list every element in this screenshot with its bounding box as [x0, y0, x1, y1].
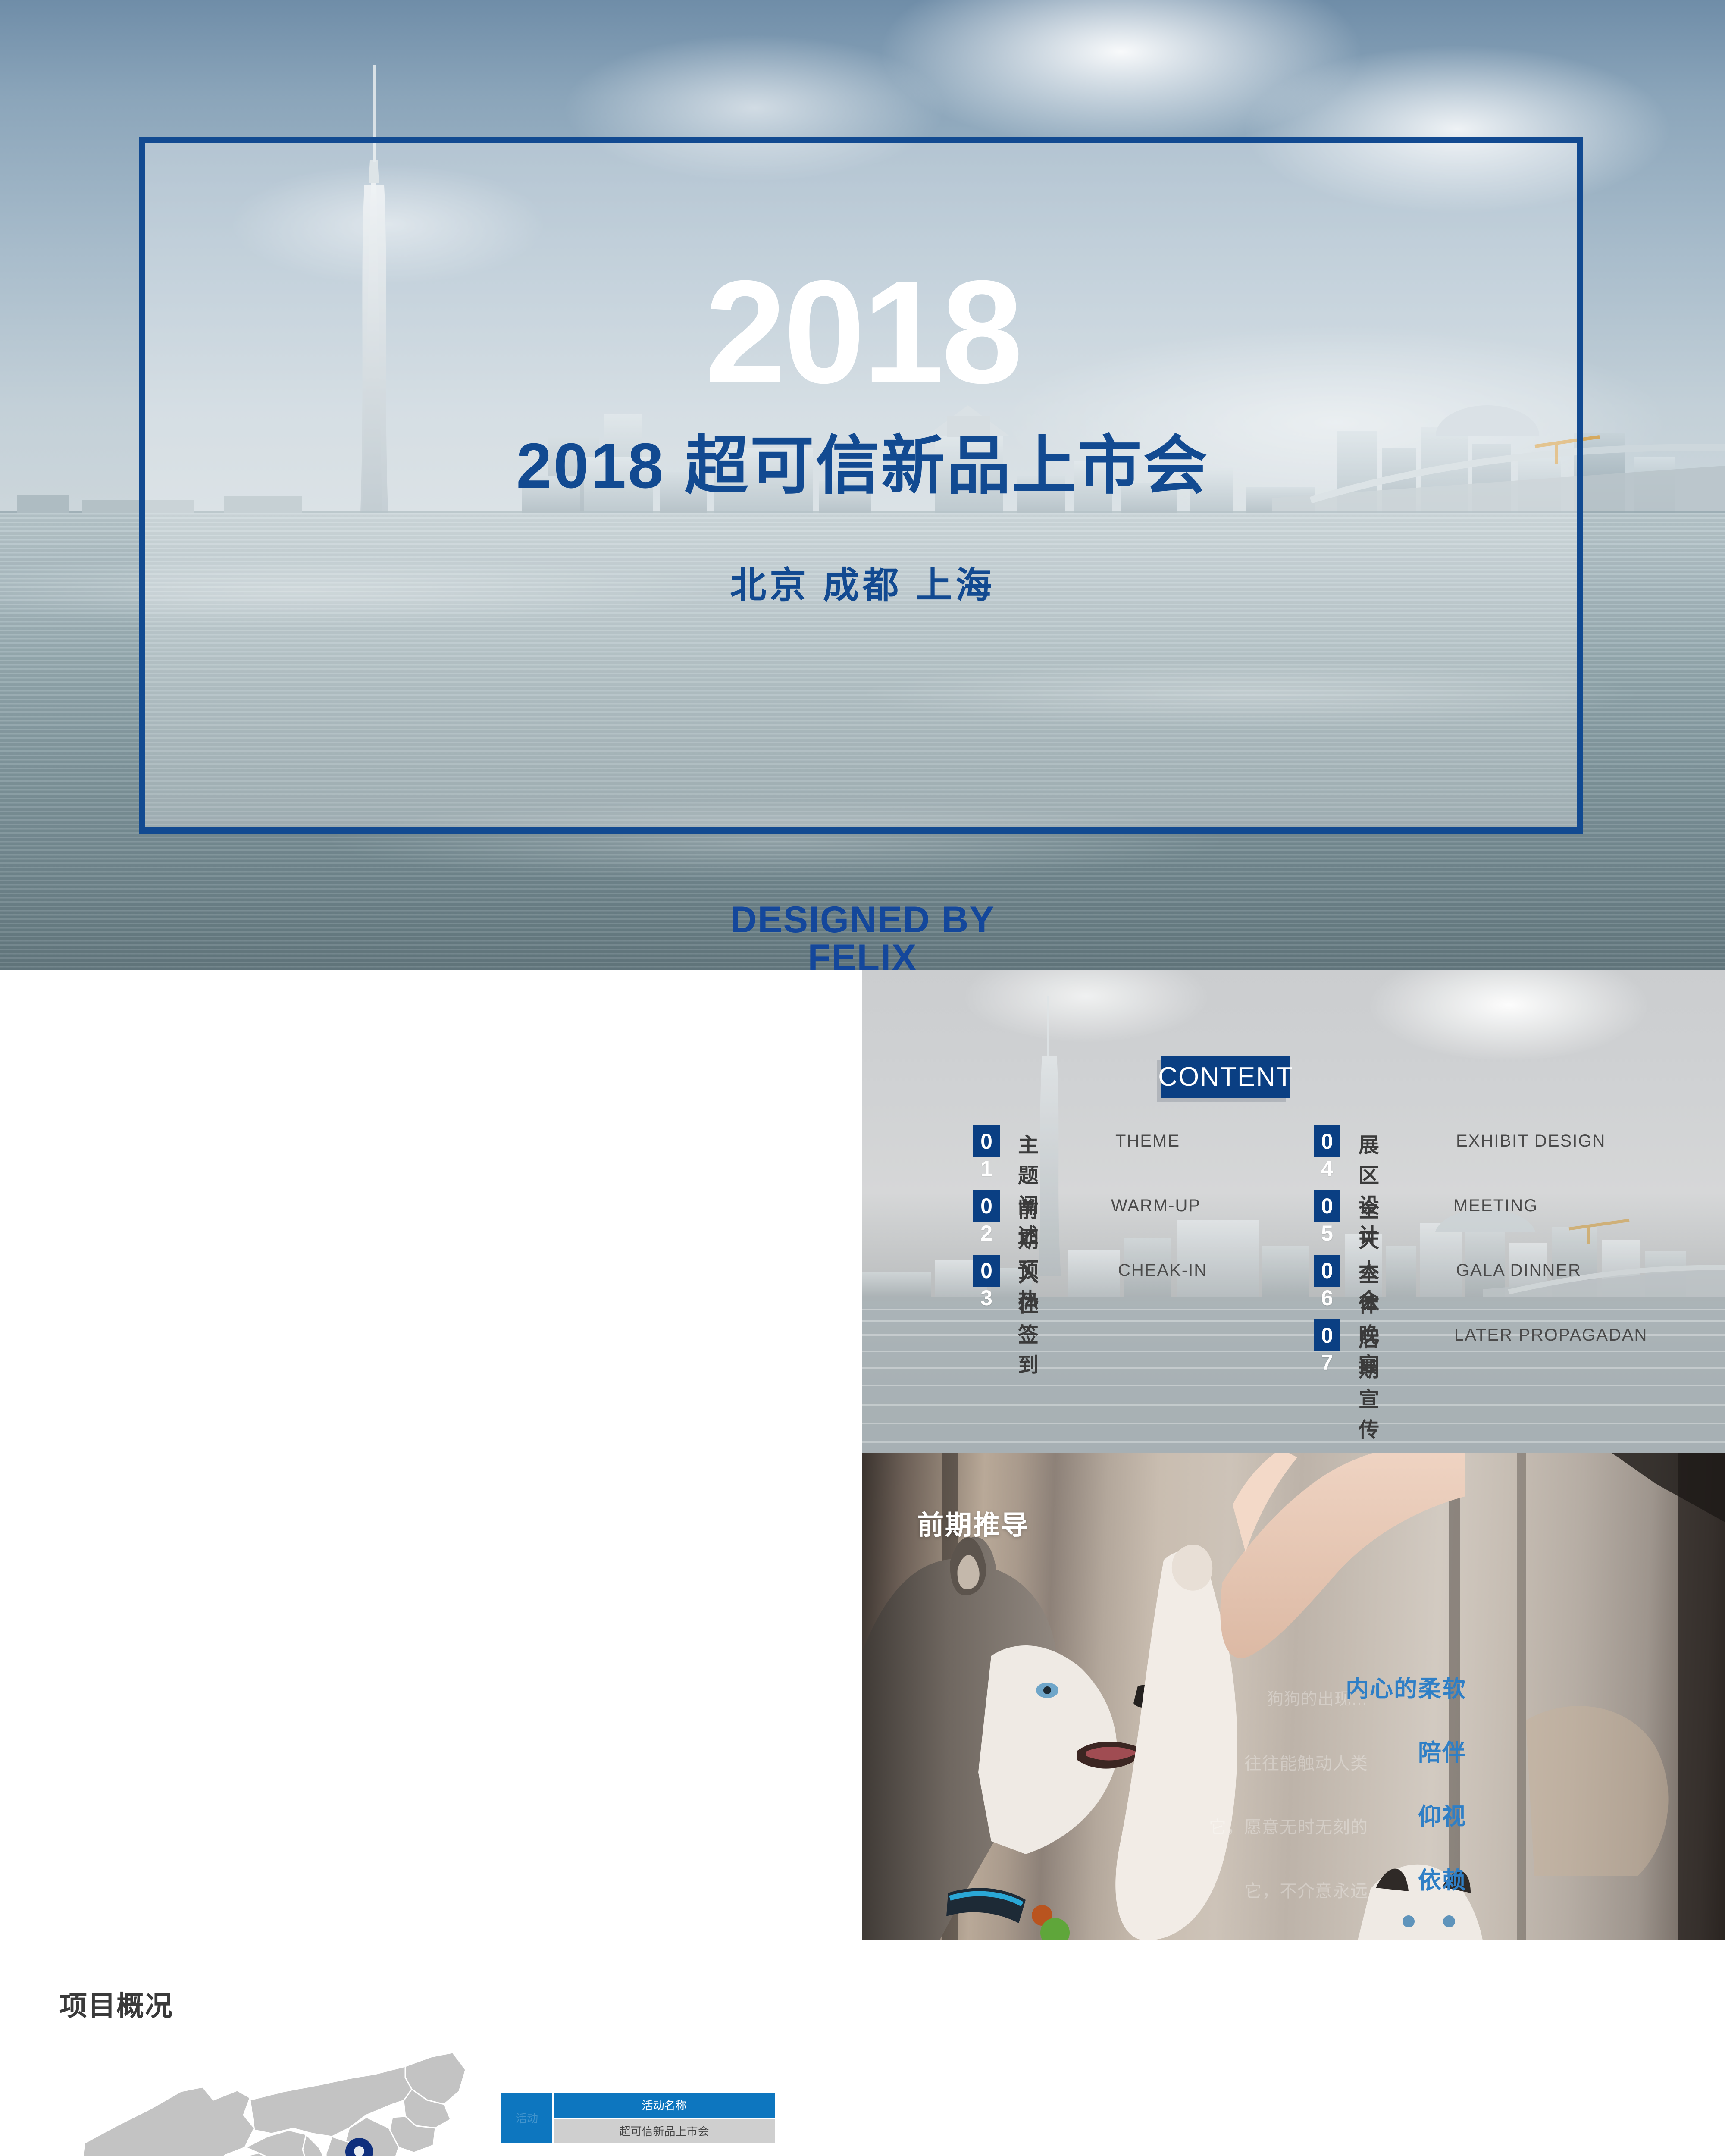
item-number-primary: 0 [1314, 1125, 1340, 1157]
table-a-value: 超可信新品上市会 [554, 2119, 775, 2143]
item-label-cn: 后期宣传 [1359, 1328, 1381, 1442]
warmup-highlight-text: 内心的柔软 陪伴 仰视 依赖 [1277, 1677, 1466, 1933]
slide-warmup: 前期推导 狗狗的出现… 往往能触动人类 它，愿意无时无刻的 它，不介意永远 它，… [862, 1453, 1725, 1940]
item-number-secondary: 5 [1321, 1221, 1333, 1245]
highlight-line-0: 内心的柔软 [1346, 1676, 1466, 1702]
item-number-primary: 0 [1314, 1319, 1340, 1351]
item-number-primary: 0 [973, 1125, 1000, 1157]
item-number-primary: 0 [1314, 1190, 1340, 1222]
item-number-primary: 0 [973, 1190, 1000, 1222]
item-number-primary: 0 [973, 1255, 1000, 1287]
content-badge: CONTENT [1158, 1056, 1293, 1098]
slide-content: CONTENT 0 1 主题阐述 THEME 0 2 前期预热 WARM-UP … [862, 970, 1725, 1453]
china-map [65, 2040, 474, 2156]
slide-overview: 项目概况 活动 活动名称 超可信新品上市会 [0, 970, 862, 2156]
item-label-en: THEME [1115, 1131, 1180, 1150]
item-label-en: EXHIBIT DESIGN [1456, 1131, 1606, 1150]
cover-designed-by: DESIGNED BY FELIX [0, 901, 1725, 970]
item-number-secondary: 7 [1321, 1351, 1333, 1375]
item-label-cn: 入住签到 [1018, 1263, 1040, 1377]
item-label-en: WARM-UP [1111, 1196, 1201, 1215]
highlight-line-1: 陪伴 [1418, 1740, 1466, 1766]
designed-by-line1: DESIGNED BY [730, 899, 995, 940]
item-label-en: MEETING [1453, 1196, 1538, 1215]
item-number-secondary: 1 [980, 1156, 992, 1181]
event-name-table: 活动 活动名称 超可信新品上市会 [500, 2092, 776, 2145]
highlight-line-2: 仰视 [1418, 1804, 1466, 1830]
item-number-secondary: 2 [980, 1221, 992, 1245]
item-number-secondary: 3 [980, 1286, 992, 1310]
highlight-line-3: 依赖 [1418, 1868, 1466, 1893]
table-a-corner: 活动 [501, 2093, 552, 2143]
overview-title: 项目概况 [59, 1990, 173, 2022]
item-number-secondary: 6 [1321, 1286, 1333, 1310]
cover-title: 2018 超可信新品上市会 [516, 430, 1209, 501]
item-label-en: LATER PROPAGADAN [1454, 1326, 1648, 1344]
cover-cities: 北京 成都 上海 [730, 565, 995, 605]
item-label-en: GALA DINNER [1456, 1261, 1581, 1280]
slide-cover: 2018 2018 超可信新品上市会 北京 成都 上海 DESIGNED BY … [0, 0, 1725, 970]
presentation-page: 2018 2018 超可信新品上市会 北京 成都 上海 DESIGNED BY … [0, 0, 1725, 2156]
item-number-primary: 0 [1314, 1255, 1340, 1287]
cover-year: 2018 [704, 250, 1023, 414]
map-markers-layer [345, 2138, 373, 2156]
item-number-secondary: 4 [1321, 1156, 1333, 1181]
table-row: 活动 活动名称 [501, 2093, 775, 2143]
designed-by-line2: FELIX [808, 937, 917, 970]
table-a-header: 活动名称 [554, 2093, 775, 2118]
warmup-title: 前期推导 [917, 1510, 1030, 1540]
item-label-en: CHEAK-IN [1118, 1261, 1208, 1280]
table-a: 活动 活动名称 超可信新品上市会 [500, 2092, 776, 2145]
